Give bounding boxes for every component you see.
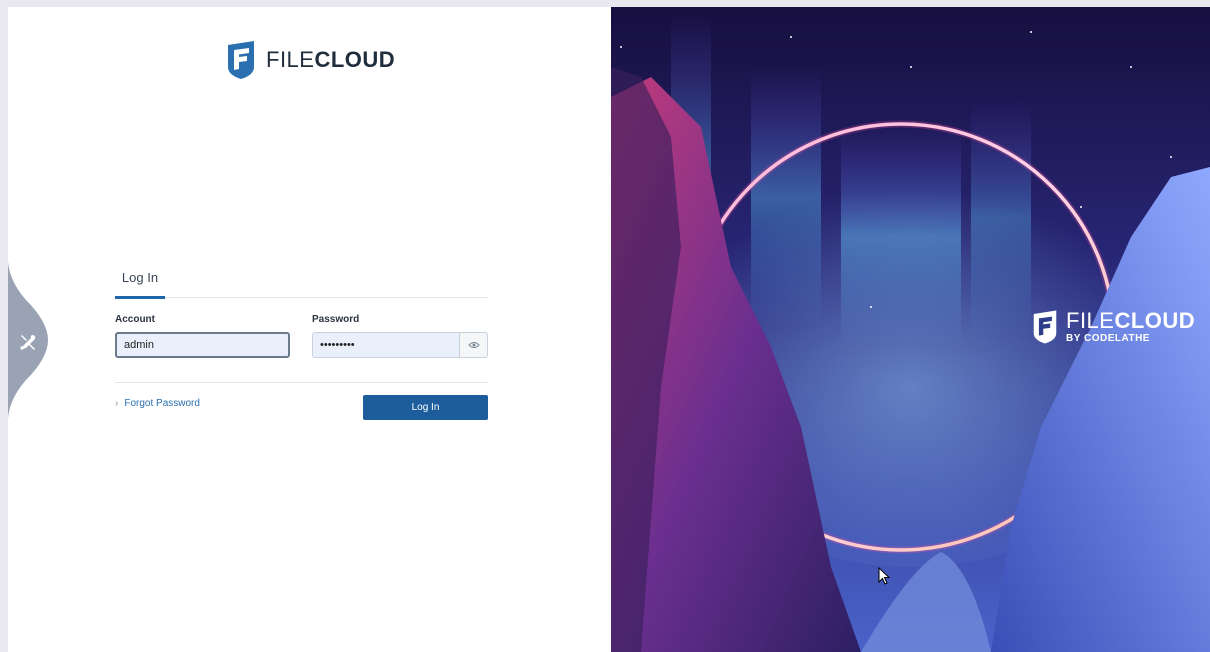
tab-log-in[interactable]: Log In	[115, 270, 165, 299]
tab-log-in-label: Log In	[121, 270, 159, 285]
account-input[interactable]: admin	[115, 332, 290, 358]
hero-brand-wordmark: FILECLOUD BY CODELATHE	[1066, 310, 1195, 344]
account-input-value: admin	[124, 339, 154, 351]
login-panel	[8, 7, 611, 652]
form-divider	[115, 382, 488, 383]
password-label: Password	[312, 314, 360, 325]
log-in-button[interactable]: Log In	[363, 395, 488, 420]
window-left-border	[0, 0, 8, 652]
brand-logo: FILECLOUD	[226, 40, 395, 80]
eye-icon	[467, 342, 480, 348]
forgot-password-link[interactable]: › Forgot Password	[115, 398, 200, 409]
mouse-cursor-icon	[878, 567, 891, 585]
side-tools-tab[interactable]	[8, 262, 48, 418]
brand-wordmark: FILECLOUD	[266, 47, 395, 73]
log-in-button-label: Log In	[411, 402, 440, 413]
forgot-password-label: Forgot Password	[124, 398, 200, 409]
login-tab-bar: Log In	[115, 270, 488, 299]
account-label: Account	[115, 314, 155, 325]
hero-brand-name-bold: CLOUD	[1114, 308, 1196, 333]
hero-brand-logo: FILECLOUD BY CODELATHE	[1032, 310, 1195, 344]
chevron-right-icon: ›	[115, 398, 119, 409]
hero-brand-tagline: BY CODELATHE	[1066, 333, 1150, 344]
password-input[interactable]: •••••••••	[312, 332, 488, 358]
hero-brand-name-light: FILE	[1066, 308, 1115, 333]
tools-icon	[20, 335, 36, 350]
filecloud-logo-icon	[228, 41, 254, 79]
tab-active-indicator	[115, 296, 165, 299]
brand-name-bold: CLOUD	[314, 47, 396, 72]
window-top-border	[0, 0, 1210, 7]
brand-name-light: FILE	[266, 47, 315, 72]
reveal-password-button[interactable]	[459, 333, 487, 357]
filecloud-logo-icon	[1033, 310, 1057, 344]
password-input-value: •••••••••	[320, 339, 355, 351]
